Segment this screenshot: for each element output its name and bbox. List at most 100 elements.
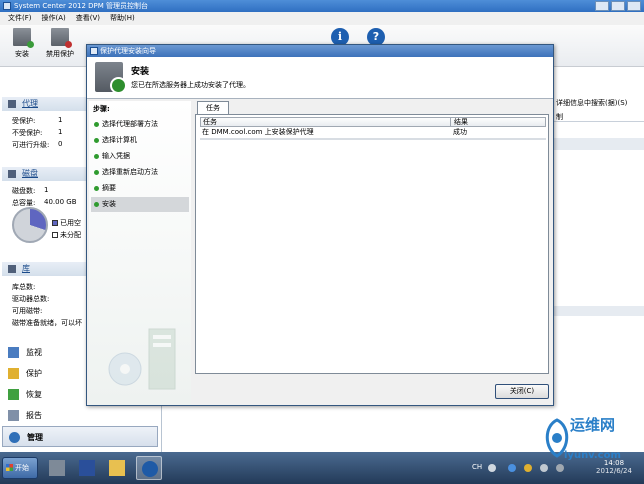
protected-value: 1 (58, 116, 63, 124)
maximize-button[interactable] (611, 1, 625, 11)
server-manager-icon (49, 460, 65, 476)
upgradable-value: 0 (58, 140, 63, 148)
menu-help[interactable]: 帮助(H) (105, 12, 140, 25)
management-icon (9, 432, 20, 443)
protection-icon (8, 368, 19, 379)
server-install-icon (95, 62, 127, 94)
taskbar-server-manager[interactable] (44, 456, 70, 480)
menubar: 文件(F) 操作(A) 查看(V) 帮助(H) (0, 12, 644, 25)
taskbar-explorer[interactable] (104, 456, 130, 480)
search-details-label[interactable]: 详细信息中搜索(据)(S) (556, 98, 627, 108)
upgradable-label: 可进行升级: (12, 141, 50, 149)
header-subtitle: 您已在所选服务器上成功安装了代理。 (131, 81, 250, 89)
agents-title: 代理 (22, 99, 38, 108)
disk-icon (8, 170, 16, 178)
drives-total-label: 驱动器总数: (12, 295, 50, 303)
nav-reporting[interactable]: 报告 (2, 405, 158, 426)
agent-icon (8, 100, 16, 108)
nav-label: 管理 (27, 433, 43, 442)
clock-date: 2012/6/24 (596, 467, 632, 475)
library-total-label: 库总数: (12, 283, 36, 291)
protected-label: 受保护: (12, 117, 36, 125)
minimize-button[interactable] (595, 1, 609, 11)
flag-icon[interactable] (524, 464, 532, 472)
watermark-brand: 运维网 (570, 416, 616, 434)
window-title: System Center 2012 DPM 管理员控制台 (14, 2, 149, 10)
nav-management[interactable]: 管理 (2, 426, 158, 447)
dialog-title: 保护代理安装向导 (100, 47, 156, 55)
step-complete-icon (94, 122, 99, 127)
disk-count-value: 1 (44, 186, 49, 194)
nav-label: 报告 (26, 411, 42, 420)
install-button[interactable]: 安装 (2, 28, 42, 59)
steps-pane: 步骤: 选择代理部署方法 选择计算机 输入凭据 选择重新启动方法 摘要 安装 (89, 101, 191, 405)
language-indicator[interactable]: CH (472, 463, 482, 471)
taskbar-powershell[interactable] (74, 456, 100, 480)
grid-separator (200, 138, 546, 140)
nav-label: 保护 (26, 369, 42, 378)
step-label: 摘要 (102, 184, 116, 192)
dialog-titlebar: 保护代理安装向导 (87, 45, 553, 57)
behind-row-2 (548, 306, 644, 316)
menu-view[interactable]: 查看(V) (71, 12, 105, 25)
tab-tasks[interactable]: 任务 (197, 101, 229, 114)
folder-icon (109, 460, 125, 476)
step-select-computers: 选择计算机 (91, 133, 189, 148)
unallocated-swatch (52, 232, 58, 238)
step-label: 选择计算机 (102, 136, 137, 144)
step-complete-icon (94, 202, 99, 207)
column-task[interactable]: 任务 (201, 118, 451, 126)
install-label: 安装 (15, 50, 29, 58)
step-label: 选择代理部署方法 (102, 120, 158, 128)
step-complete-icon (94, 154, 99, 159)
recovery-icon (8, 389, 19, 400)
legend-unallocated: 未分配 (52, 230, 81, 240)
behind-row-1 (548, 138, 644, 150)
step-complete-icon (94, 186, 99, 191)
step-deploy-method: 选择代理部署方法 (91, 117, 189, 132)
step-complete-icon (94, 138, 99, 143)
legend-used: 已用空 (52, 218, 81, 228)
close-button[interactable]: 关闭(C) (495, 384, 549, 399)
disk-count-label: 磁盘数: (12, 187, 36, 195)
monitoring-icon (8, 347, 19, 358)
header-title: 安装 (131, 67, 150, 77)
unprotected-value: 1 (58, 128, 63, 136)
content-pane: 任务 任务 结果 在 DMM.cool.com 上安装保护代理 成功 关闭(C) (195, 101, 551, 403)
dpm-icon (142, 461, 158, 477)
nav-label: 恢复 (26, 390, 42, 399)
menu-action[interactable]: 操作(A) (37, 12, 71, 25)
table-row[interactable]: 在 DMM.cool.com 上安装保护代理 成功 (200, 127, 546, 138)
capacity-value: 40.00 GB (44, 198, 77, 206)
step-summary: 摘要 (91, 181, 189, 196)
used-swatch (52, 220, 58, 226)
menu-file[interactable]: 文件(F) (3, 12, 37, 25)
wizard-decoration-art (108, 328, 176, 390)
unallocated-label: 未分配 (60, 231, 81, 239)
unprotected-label: 不受保护: (12, 129, 43, 137)
agent-install-wizard: 保护代理安装向导 安装 您已在所选服务器上成功安装了代理。 步骤: 选择代理部署… (86, 44, 554, 406)
start-button[interactable]: 开始 (2, 457, 38, 479)
ready-tapes-label: 磁带准备就绪，可以坏 (12, 319, 82, 327)
dpm-app-icon (3, 2, 11, 10)
close-window-button[interactable] (627, 1, 641, 11)
nav-label: 监视 (26, 348, 42, 357)
result-cell: 成功 (453, 128, 467, 136)
help-tray-icon[interactable] (508, 464, 516, 472)
taskbar-dpm-console[interactable] (136, 456, 162, 480)
watermark-site: iyunv.com (564, 450, 621, 461)
used-label: 已用空 (60, 219, 81, 227)
install-agent-icon (13, 28, 34, 48)
step-credentials: 输入凭据 (91, 149, 189, 164)
keyboard-icon[interactable] (488, 464, 496, 472)
disk-usage-pie (12, 207, 48, 243)
step-label: 输入凭据 (102, 152, 130, 160)
grid-header: 任务 结果 (200, 117, 546, 127)
reporting-icon (8, 410, 19, 421)
tasks-panel: 任务 结果 在 DMM.cool.com 上安装保护代理 成功 (195, 114, 549, 374)
available-tapes-label: 可用磁带: (12, 307, 43, 315)
disable-protection-button[interactable]: 禁用保护 (40, 28, 80, 59)
disks-title: 磁盘 (22, 169, 38, 178)
task-cell: 在 DMM.cool.com 上安装保护代理 (202, 128, 314, 136)
column-result[interactable]: 结果 (451, 118, 545, 126)
